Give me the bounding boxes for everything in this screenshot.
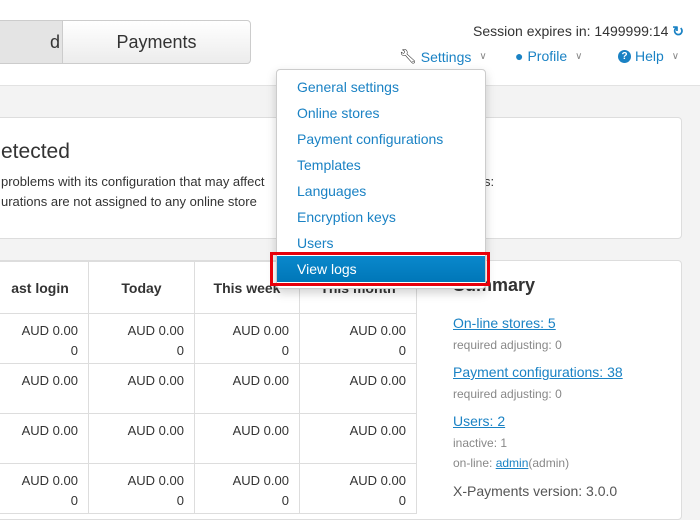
table-cell: AUD 0.00	[299, 413, 417, 464]
table-cell: AUD 0.00	[299, 363, 417, 414]
cell-line: 0	[176, 493, 184, 508]
table-cell: AUD 0.00 0	[0, 313, 89, 364]
table-row: AUD 0.00 AUD 0.00 AUD 0.00 AUD 0.00	[0, 413, 417, 464]
session-text: Session expires in: 1499999:14	[473, 23, 669, 39]
table-cell: AUD 0.00	[88, 363, 195, 414]
cell-line: AUD 0.00	[232, 323, 289, 338]
profile-menu[interactable]: ● Profile ∨	[515, 48, 582, 64]
main-tabs: d Payments	[0, 20, 251, 64]
cell-line: 0	[70, 493, 78, 508]
cell-line: AUD 0.00	[127, 373, 184, 388]
stores-note: required adjusting: 0	[453, 338, 562, 352]
cell-line: 0	[281, 493, 289, 508]
dropdown-item-online-stores[interactable]: Online stores	[277, 100, 485, 126]
cell-line: 0	[176, 343, 184, 358]
cell-line: 0	[398, 493, 406, 508]
col-last-login: ast login	[0, 261, 89, 314]
question-circle-icon: ?	[618, 49, 631, 63]
settings-menu[interactable]: 🔧︎ Settings ∨	[399, 48, 487, 65]
cell-line: 0	[70, 343, 78, 358]
cell-line: AUD 0.00	[349, 423, 406, 438]
table-cell: AUD 0.00 0	[194, 313, 300, 364]
payment-configurations-link[interactable]: Payment configurations: 38	[453, 364, 623, 380]
cell-line: AUD 0.00	[232, 373, 289, 388]
alert-line-2: urations are not assigned to any online …	[1, 194, 257, 209]
cell-line: AUD 0.00	[349, 323, 406, 338]
table-cell: AUD 0.00 0	[299, 463, 417, 514]
version: X-Payments version: 3.0.0	[453, 483, 618, 499]
dropdown-item-templates[interactable]: Templates	[277, 152, 485, 178]
admin-user-link[interactable]: admin	[496, 456, 529, 470]
help-menu[interactable]: ? Help ∨	[618, 48, 679, 64]
table-cell: AUD 0.00	[0, 413, 89, 464]
table-cell: AUD 0.00	[0, 363, 89, 414]
online-stores-link[interactable]: On-line stores: 5	[453, 315, 556, 331]
alert-line-1: problems with its configuration that may…	[1, 174, 495, 189]
chevron-down-icon: ∨	[479, 51, 487, 62]
cell-line: AUD 0.00	[21, 423, 78, 438]
table-cell: AUD 0.00	[88, 413, 195, 464]
table-cell: AUD 0.00 0	[299, 313, 417, 364]
chevron-down-icon: ∨	[671, 50, 680, 62]
table-cell: AUD 0.00	[194, 363, 300, 414]
table-cell: AUD 0.00	[194, 413, 300, 464]
cell-line: AUD 0.00	[127, 473, 184, 488]
table-cell: AUD 0.00 0	[88, 463, 195, 514]
cell-line: 0	[398, 343, 406, 358]
dropdown-item-payment-configurations[interactable]: Payment configurations	[277, 126, 485, 152]
cell-line: AUD 0.00	[21, 323, 78, 338]
help-label: Help	[635, 48, 664, 64]
cell-line: AUD 0.00	[21, 373, 78, 388]
cell-line: AUD 0.00	[127, 423, 184, 438]
cell-line: AUD 0.00	[232, 473, 289, 488]
table-row: AUD 0.00 AUD 0.00 AUD 0.00 AUD 0.00	[0, 363, 417, 414]
table-cell: AUD 0.00 0	[0, 463, 89, 514]
cell-line: AUD 0.00	[349, 373, 406, 388]
profile-label: Profile	[527, 48, 568, 64]
cell-line: AUD 0.00	[127, 323, 184, 338]
users-inactive: inactive: 1	[453, 436, 508, 450]
highlight-box	[270, 252, 490, 286]
users-online: on-line: admin(admin)	[453, 456, 570, 470]
settings-label: Settings	[420, 48, 472, 65]
cell-line: AUD 0.00	[21, 473, 78, 488]
dropdown-item-languages[interactable]: Languages	[277, 178, 485, 204]
stats-table: ast login Today This week This month AUD…	[0, 261, 417, 514]
table-row: AUD 0.00 0 AUD 0.00 0 AUD 0.00 0 AUD 0.00 0	[0, 313, 417, 364]
chevron-down-icon: ∨	[575, 50, 583, 62]
refresh-icon[interactable]: ↻	[672, 23, 684, 39]
dropdown-item-encryption-keys[interactable]: Encryption keys	[277, 204, 485, 230]
tab-payments[interactable]: Payments	[63, 21, 250, 63]
table-cell: AUD 0.00 0	[194, 463, 300, 514]
wrench-icon: 🔧︎	[399, 48, 417, 64]
stats-panel: ast login Today This week This month AUD…	[0, 260, 682, 520]
users-link[interactable]: Users: 2	[453, 413, 505, 429]
payconf-note: required adjusting: 0	[453, 387, 562, 401]
user-icon: ●	[515, 48, 524, 64]
cell-line: AUD 0.00	[349, 473, 406, 488]
cell-line: AUD 0.00	[232, 423, 289, 438]
dropdown-item-general-settings[interactable]: General settings	[277, 74, 485, 100]
tab-dashboard[interactable]: d	[0, 21, 63, 63]
col-today: Today	[88, 261, 195, 314]
alert-title: etected	[1, 140, 70, 163]
cell-line: 0	[281, 343, 289, 358]
table-row: AUD 0.00 0 AUD 0.00 0 AUD 0.00 0 AUD 0.00 0	[0, 463, 417, 514]
session-timer: Session expires in: 1499999:14 ↻	[473, 23, 684, 40]
table-cell: AUD 0.00 0	[88, 313, 195, 364]
